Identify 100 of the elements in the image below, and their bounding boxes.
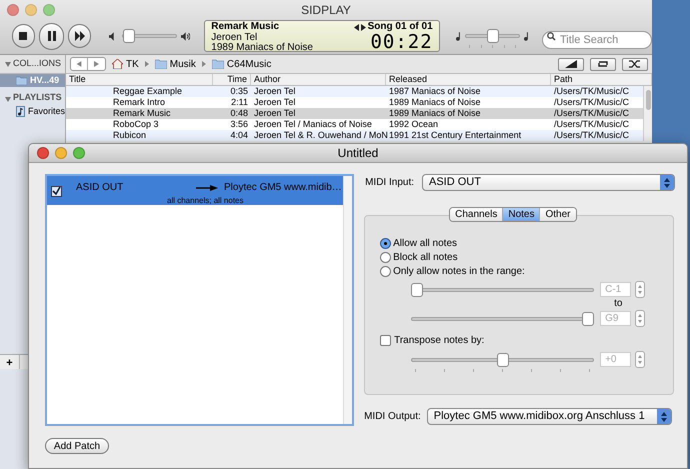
transpose-checkbox[interactable]	[380, 335, 392, 346]
radio-button[interactable]	[380, 238, 392, 249]
slider-thumb[interactable]	[123, 29, 136, 43]
table-cell-text: 0:48	[229, 108, 249, 119]
speaker-high-icon	[180, 32, 190, 40]
pause-icon	[46, 31, 57, 41]
table-row[interactable]: Rubicon 4:04 Jeroen Tel & R. Ouwehand / MoN 1991 21st Century Entertainment /Users/TK/Music/C	[66, 130, 643, 141]
path-separator-icon	[144, 61, 149, 67]
table-row[interactable]: Remark Intro 2:11 Jeroen Tel 1989 Maniacs of Noise /Users/TK/Music/C	[66, 97, 643, 108]
table-cell-text: Jeroen Tel & R. Ouwehand / MoN	[253, 130, 386, 141]
transpose-option[interactable]: Transpose notes by:	[380, 333, 674, 348]
song-counter: Song 01 of 01	[368, 22, 433, 32]
table-cell-text: /Users/TK/Music/C	[553, 97, 630, 108]
table-cell-text: /Users/TK/Music/C	[553, 119, 630, 130]
fast-note-icon	[524, 32, 530, 40]
window-title: SIDPLAY	[301, 2, 351, 19]
repeat-button[interactable]	[590, 58, 616, 70]
column-header[interactable]: Title	[66, 74, 213, 85]
shuffle-button[interactable]	[622, 58, 648, 70]
slider-tick	[560, 368, 562, 372]
patch-output-label: Ploytec GM5 www.midib…	[224, 181, 342, 195]
radio-button[interactable]	[380, 266, 392, 277]
repeat-icon	[597, 60, 609, 68]
table-row[interactable]: RoboCop 3 3:56 Jeroen Tel / Maniacs of Noise 1992 Ocean /Users/TK/Music/C	[66, 119, 643, 130]
path-separator-icon	[202, 61, 206, 67]
track-released: 1989 Maniacs of Noise	[211, 43, 313, 54]
table-row[interactable]: Remark Music 0:48 Jeroen Tel 1989 Maniacs of Noise /Users/TK/Music/C	[66, 108, 643, 119]
tab[interactable]: Channels	[450, 208, 504, 221]
search-field[interactable]: Title Search	[542, 31, 652, 49]
stepper[interactable]	[635, 281, 646, 298]
arrow-icon	[196, 184, 218, 190]
fast-forward-icon	[74, 31, 85, 41]
window-title: Untitled	[338, 145, 378, 162]
table-cell-text: Reggae Example	[112, 86, 184, 97]
tab[interactable]: Notes	[503, 208, 540, 221]
stop-button[interactable]	[12, 24, 35, 48]
midi-output-popup[interactable]: Ploytec GM5 www.midibox.org Anschluss 1	[426, 408, 672, 425]
sidebar-item[interactable]: Favorites	[0, 104, 65, 119]
table-cell-text: /Users/TK/Music/C	[553, 86, 630, 97]
disclosure-triangle-icon[interactable]	[5, 62, 11, 66]
radio-option[interactable]: Allow all notes	[380, 237, 674, 250]
slider-thumb[interactable]	[496, 352, 509, 366]
slider-tick	[531, 368, 532, 372]
sidebar-header: PLAYLISTS	[13, 90, 62, 104]
stepper[interactable]	[635, 310, 646, 327]
table-row[interactable]: Reggae Example 0:35 Jeroen Tel 1987 Maniacs of Noise /Users/TK/Music/C	[66, 86, 643, 97]
column-header[interactable]: Author	[251, 74, 386, 85]
up-down-arrows-icon	[660, 412, 667, 422]
slider-tick	[502, 368, 504, 372]
add-patch-button[interactable]: Add Patch	[45, 438, 109, 454]
table-cell-text: Remark Intro	[112, 97, 166, 108]
table-cell-text: 3:56	[229, 119, 249, 130]
column-header[interactable]: Released	[386, 74, 551, 85]
fast-forward-button[interactable]	[68, 24, 92, 48]
home-icon	[112, 59, 123, 69]
folder-icon	[154, 59, 167, 69]
path-item[interactable]: TK	[126, 56, 139, 72]
path-item[interactable]: C64Music	[226, 56, 272, 72]
checkmark-icon	[52, 187, 61, 196]
table-cell-text: 4:04	[229, 130, 249, 141]
slider-thumb[interactable]	[486, 29, 499, 43]
radio-button[interactable]	[380, 252, 392, 263]
left-right-arrows-icon[interactable]	[354, 24, 366, 31]
table-cell-text: RoboCop 3	[112, 119, 160, 130]
window-button[interactable]	[43, 4, 55, 16]
scrollbar[interactable]	[343, 176, 352, 424]
back-forward-control[interactable]	[70, 57, 106, 71]
patch-checkbox[interactable]	[51, 186, 62, 197]
window-button[interactable]	[73, 147, 85, 159]
up-down-arrows-icon	[637, 313, 644, 324]
radio-option[interactable]: Only allow notes in the range:	[380, 265, 674, 278]
folder-icon	[212, 59, 224, 69]
music-note-icon	[16, 106, 25, 117]
midi-input-label: MIDI Input:	[365, 176, 414, 190]
midi-input-popup[interactable]: ASID OUT	[422, 174, 675, 191]
radio-option[interactable]: Block all notes	[380, 251, 674, 264]
column-header[interactable]: Path	[551, 74, 652, 85]
window-button[interactable]	[7, 4, 19, 16]
pause-button[interactable]	[38, 22, 64, 50]
scrollbar[interactable]	[643, 86, 652, 141]
table-cell-text: 1989 Maniacs of Noise	[388, 97, 482, 108]
patch-row[interactable]: ASID OUT Ploytec GM5 www.midib… all channels; all notes	[47, 176, 343, 205]
window-button[interactable]	[55, 147, 67, 159]
speaker-cone-button[interactable]	[558, 58, 584, 70]
patch-input-label: ASID OUT	[76, 181, 124, 195]
slow-note-icon	[456, 32, 462, 40]
up-down-arrows-icon	[637, 354, 644, 365]
slider-tick	[480, 45, 482, 48]
path-item[interactable]: Musik	[170, 56, 196, 72]
disclosure-triangle-icon[interactable]	[5, 97, 11, 102]
search-icon	[547, 32, 557, 41]
window-button[interactable]	[37, 147, 49, 159]
slider-tick	[444, 368, 446, 372]
tab[interactable]: Other	[540, 208, 576, 221]
table-cell-text: /Users/TK/Music/C	[553, 130, 630, 141]
column-header[interactable]: Time	[213, 74, 251, 85]
stepper[interactable]	[635, 351, 646, 368]
table-cell-text: 1992 Ocean	[388, 119, 440, 130]
table-cell-text: 1987 Maniacs of Noise	[388, 86, 482, 97]
table-cell-text: Remark Music	[112, 108, 172, 119]
